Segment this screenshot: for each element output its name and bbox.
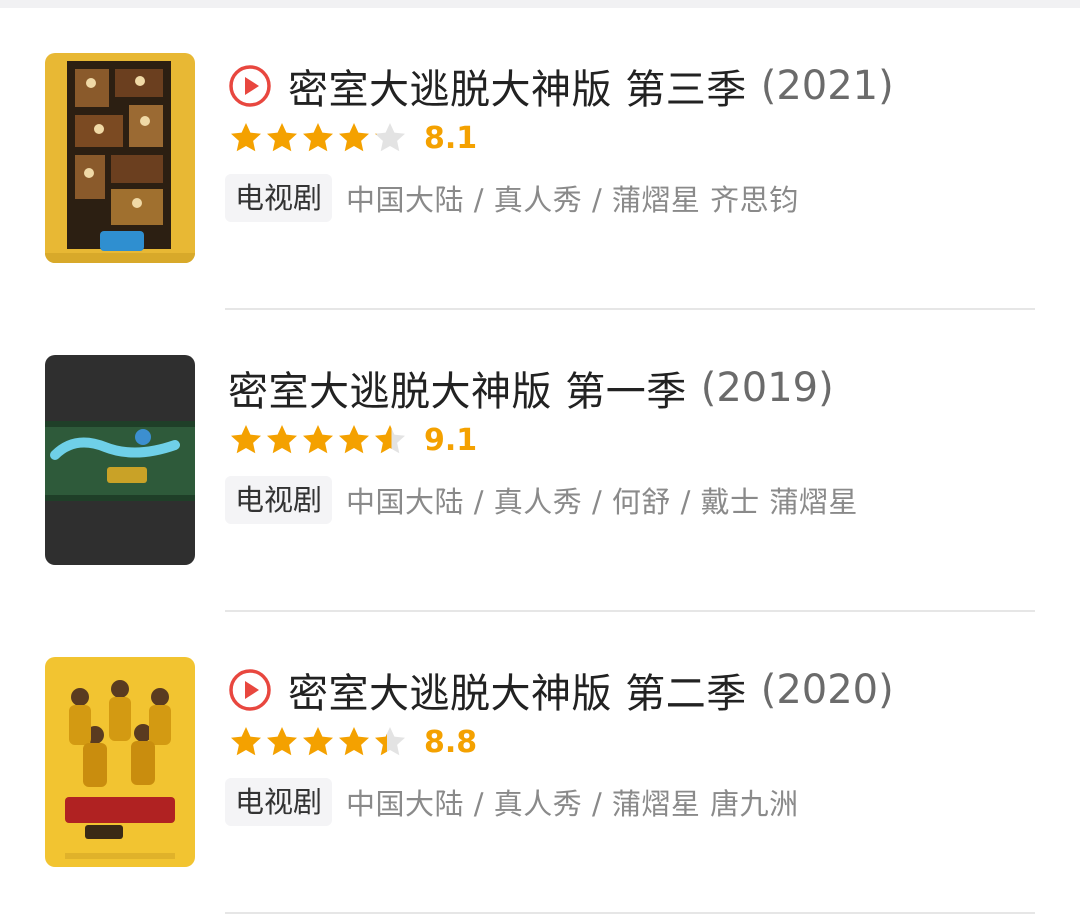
item-info: 中国大陆 / 真人秀 / 蒲熠星 唐九洲 bbox=[346, 787, 799, 821]
star-icon bbox=[267, 425, 297, 454]
star-icon bbox=[339, 727, 369, 756]
list-item[interactable]: 密室大逃脱大神版 第二季 (2020) 8.8 电视剧 中国大陆 / 真人秀 /… bbox=[0, 604, 1080, 914]
star-icon bbox=[375, 727, 405, 756]
item-divider bbox=[225, 912, 1035, 914]
star-icon bbox=[231, 425, 261, 454]
item-year: (2021) bbox=[760, 63, 894, 109]
category-tag: 电视剧 bbox=[225, 476, 333, 524]
rating-score: 8.1 bbox=[424, 120, 478, 156]
star-icon bbox=[303, 727, 333, 756]
item-title[interactable]: 密室大逃脱大神版 第三季 bbox=[288, 57, 747, 115]
rating-stars bbox=[228, 422, 408, 458]
star-icon bbox=[267, 123, 297, 152]
category-tag: 电视剧 bbox=[225, 174, 333, 222]
star-icon bbox=[303, 425, 333, 454]
item-year: (2019) bbox=[700, 365, 834, 411]
item-info: 中国大陆 / 真人秀 / 蒲熠星 齐思钧 bbox=[346, 183, 799, 217]
poster-image[interactable] bbox=[45, 53, 195, 263]
list-item[interactable]: 密室大逃脱大神版 第三季 (2021) 8.1 电视剧 中国大陆 / 真人秀 /… bbox=[0, 0, 1080, 310]
item-year: (2020) bbox=[760, 667, 894, 713]
star-icon bbox=[339, 425, 369, 454]
list-item[interactable]: 密室大逃脱大神版 第一季 (2019) 9.1 电视剧 中国大陆 / 真人秀 /… bbox=[0, 302, 1080, 612]
play-icon[interactable] bbox=[228, 668, 272, 712]
star-icon bbox=[267, 727, 297, 756]
rating-score: 8.8 bbox=[424, 724, 478, 760]
star-icon bbox=[303, 123, 333, 152]
star-icon bbox=[375, 425, 405, 454]
poster-image[interactable] bbox=[45, 355, 195, 565]
play-icon[interactable] bbox=[228, 64, 272, 108]
star-icon bbox=[231, 123, 261, 152]
rating-stars bbox=[228, 120, 408, 156]
star-icon bbox=[231, 727, 261, 756]
category-tag: 电视剧 bbox=[225, 778, 333, 826]
item-title[interactable]: 密室大逃脱大神版 第一季 bbox=[228, 359, 687, 417]
rating-score: 9.1 bbox=[424, 422, 478, 458]
item-title[interactable]: 密室大逃脱大神版 第二季 bbox=[288, 661, 747, 719]
star-icon bbox=[375, 123, 405, 152]
rating-stars bbox=[228, 724, 408, 760]
poster-image[interactable] bbox=[45, 657, 195, 867]
star-icon bbox=[339, 123, 369, 152]
item-info: 中国大陆 / 真人秀 / 何舒 / 戴士 蒲熠星 bbox=[346, 485, 858, 519]
